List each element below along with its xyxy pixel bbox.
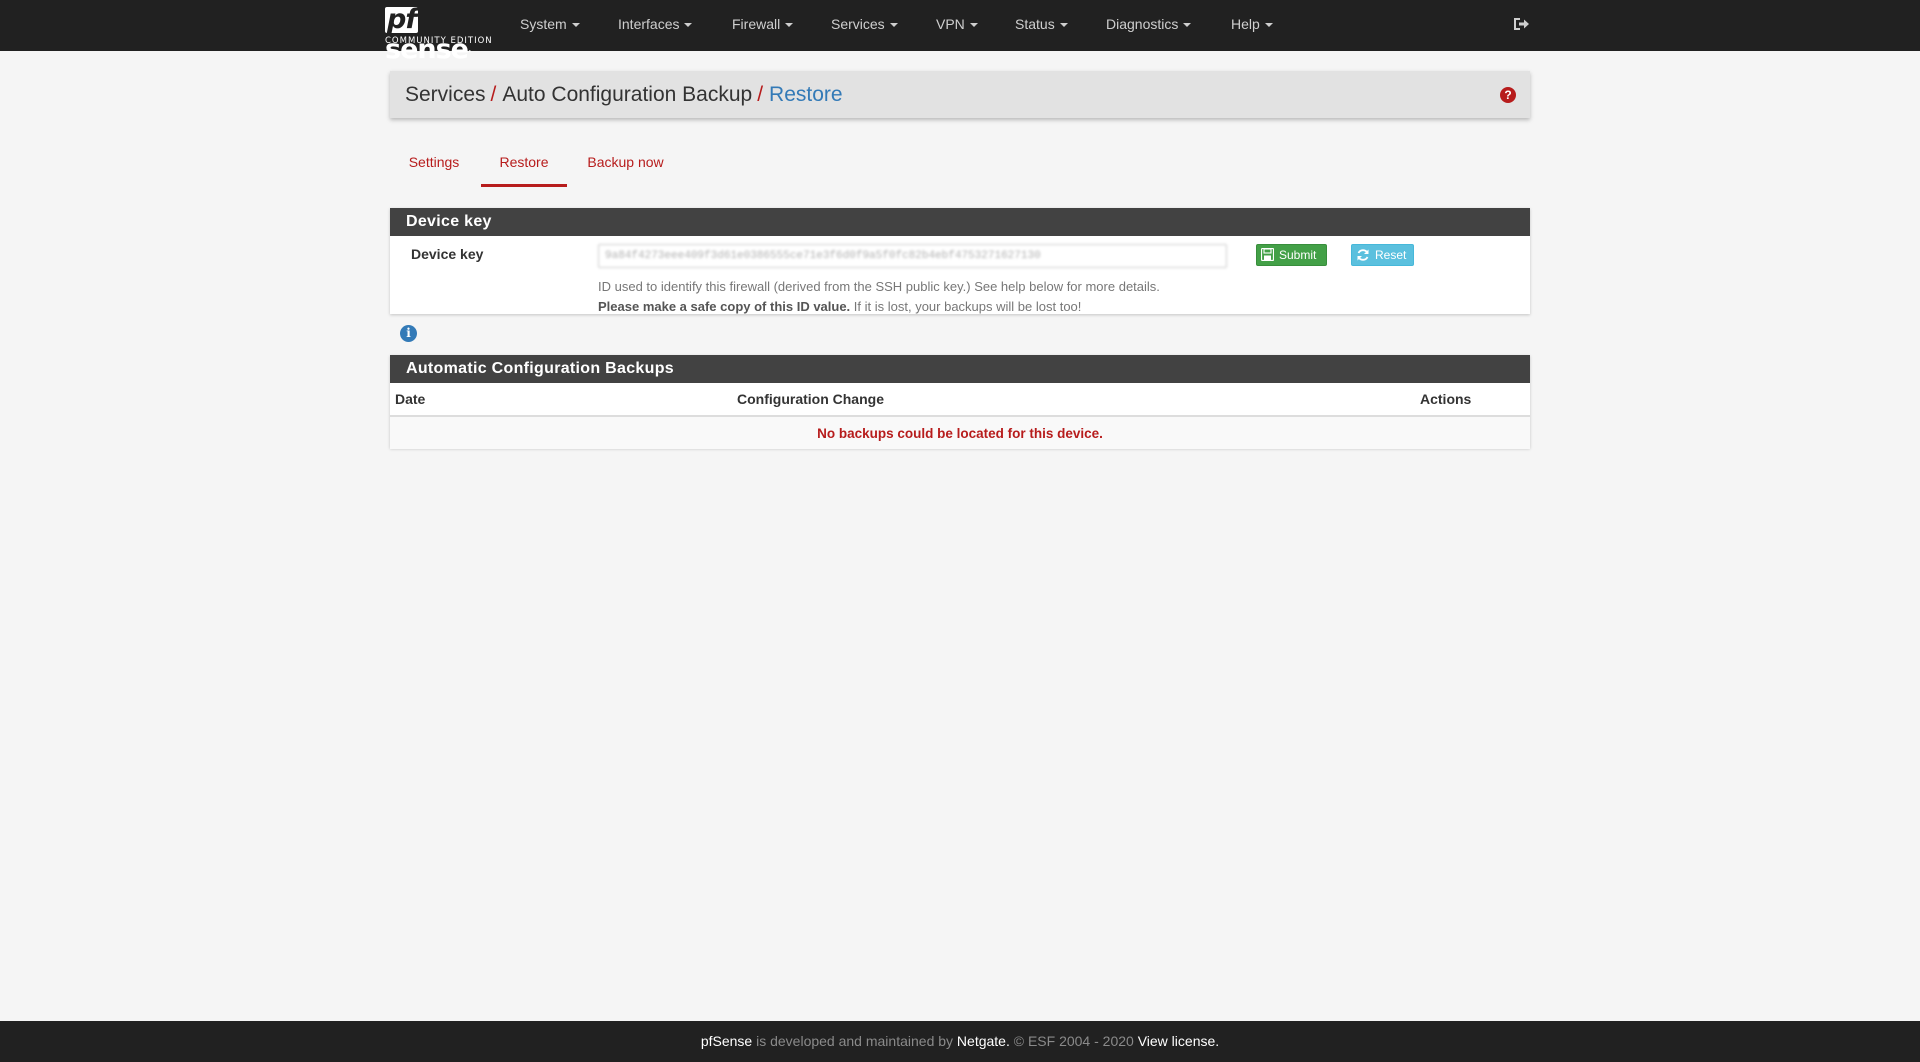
column-header-date: Date — [390, 383, 732, 417]
breadcrumb-auto-config-backup[interactable]: Auto Configuration Backup — [502, 83, 752, 106]
footer-company-link[interactable]: Netgate. — [957, 1033, 1010, 1049]
refresh-icon — [1357, 249, 1369, 261]
help-line-2-rest: If it is lost, your backups will be lost… — [850, 299, 1082, 314]
breadcrumb: Services / Auto Configuration Backup / Resto… — [405, 71, 843, 118]
nav-menu-system[interactable]: System — [520, 0, 580, 51]
footer-product-link[interactable]: pfSense — [701, 1033, 752, 1049]
logo-wordmark: pfsense. — [385, 4, 493, 65]
nav-menu-interfaces[interactable]: Interfaces — [618, 0, 693, 51]
panel-title: Device key — [390, 208, 1530, 236]
reset-label: Reset — [1375, 248, 1407, 262]
breadcrumb-restore[interactable]: Restore — [769, 83, 843, 106]
caret-down-icon — [1183, 23, 1192, 28]
nav-label: Help — [1231, 16, 1260, 32]
nav-menu-diagnostics[interactable]: Diagnostics — [1106, 0, 1192, 51]
nav-menu-firewall[interactable]: Firewall — [732, 0, 794, 51]
nav-menu-status[interactable]: Status — [1015, 0, 1068, 51]
logo-edition: COMMUNITY EDITION — [385, 36, 493, 46]
nav-menu-vpn[interactable]: VPN — [936, 0, 978, 51]
nav-menu-services[interactable]: Services — [831, 0, 898, 51]
logo-mark: . — [468, 45, 472, 55]
pfsense-logo[interactable]: pfsense. COMMUNITY EDITION — [385, 4, 493, 65]
caret-down-icon — [684, 23, 693, 28]
footer-license-link[interactable]: View license. — [1138, 1033, 1219, 1049]
device-key-label: Device key — [411, 246, 484, 262]
nav-label: Status — [1015, 16, 1055, 32]
submit-button[interactable]: Submit — [1256, 244, 1327, 266]
panel-title: Automatic Configuration Backups — [390, 355, 1530, 383]
footer: pfSense is developed and maintained by N… — [0, 1021, 1920, 1062]
info-circle-icon[interactable]: i — [400, 325, 417, 342]
caret-down-icon — [571, 23, 580, 28]
caret-down-icon — [785, 23, 794, 28]
backups-panel: Automatic Configuration Backups Date Con… — [390, 355, 1530, 449]
empty-message: No backups could be located for this dev… — [390, 416, 1530, 449]
caret-down-icon — [969, 23, 978, 28]
nav-label: Firewall — [732, 16, 781, 32]
question-circle-icon[interactable]: ? — [1500, 87, 1516, 103]
tab-settings[interactable]: Settings — [393, 144, 475, 187]
caret-down-icon — [1059, 23, 1068, 28]
device-key-panel: Device key Device key Submit Reset ID us… — [390, 208, 1530, 314]
top-navbar: pfsense. COMMUNITY EDITION System Interf… — [0, 0, 1920, 65]
help-line-1: ID used to identify this firewall (deriv… — [598, 279, 1160, 294]
breadcrumb-services[interactable]: Services — [405, 83, 486, 106]
logo-pf: pf — [385, 4, 419, 35]
tab-restore[interactable]: Restore — [481, 144, 567, 187]
nav-label: VPN — [936, 16, 965, 32]
backups-table: Date Configuration Change Actions No bac… — [390, 383, 1530, 449]
device-key-help: ID used to identify this firewall (deriv… — [598, 277, 1160, 317]
submit-label: Submit — [1279, 248, 1317, 262]
nav-label: Diagnostics — [1106, 16, 1179, 32]
table-row: No backups could be located for this dev… — [390, 416, 1530, 449]
caret-down-icon — [889, 23, 898, 28]
footer-text: is developed and maintained by — [752, 1033, 957, 1049]
breadcrumb-separator: / — [490, 83, 497, 106]
nav-menu-help[interactable]: Help — [1231, 0, 1273, 51]
floppy-disk-icon — [1260, 248, 1275, 262]
page-header: Services / Auto Configuration Backup / Resto… — [390, 71, 1530, 118]
column-header-configuration-change: Configuration Change — [732, 383, 1415, 417]
table-header-row: Date Configuration Change Actions — [390, 383, 1530, 417]
nav-label: Services — [831, 16, 885, 32]
sign-out-icon[interactable] — [1512, 16, 1530, 32]
device-key-input[interactable] — [598, 244, 1227, 268]
breadcrumb-separator: / — [757, 83, 764, 106]
reset-button[interactable]: Reset — [1351, 244, 1414, 266]
caret-down-icon — [1264, 23, 1273, 28]
column-header-actions: Actions — [1415, 383, 1530, 417]
help-line-2-bold: Please make a safe copy of this ID value… — [598, 299, 851, 314]
tab-backup-now[interactable]: Backup now — [578, 144, 673, 187]
nav-label: Interfaces — [618, 16, 680, 32]
footer-copyright: © ESF 2004 - 2020 — [1009, 1033, 1138, 1049]
help-line-2: Please make a safe copy of this ID value… — [598, 297, 1160, 317]
nav-label: System — [520, 16, 567, 32]
